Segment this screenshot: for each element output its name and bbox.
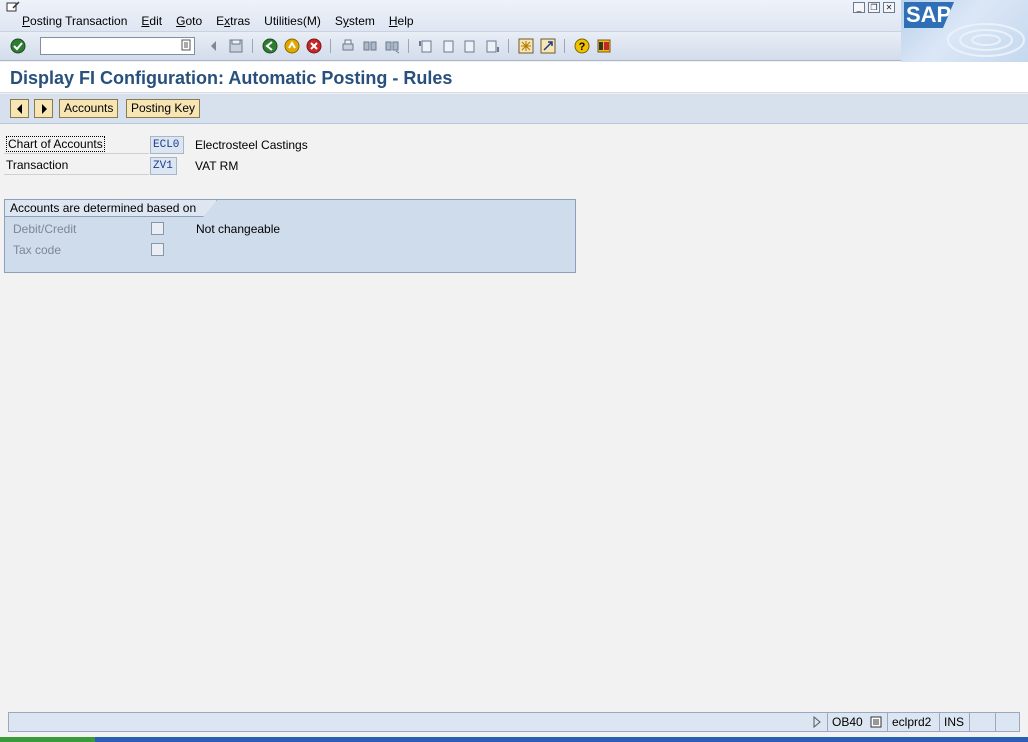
- status-mode: INS: [939, 713, 969, 731]
- shortcut-icon[interactable]: [540, 38, 556, 54]
- cancel-icon[interactable]: [306, 38, 322, 54]
- menu-posting-transaction[interactable]: Posting Transaction: [22, 14, 127, 28]
- last-page-icon[interactable]: [484, 38, 500, 54]
- menu-label: dit: [149, 14, 163, 28]
- status-transaction-code: OB40: [832, 715, 863, 729]
- tax-code-label: Tax code: [13, 243, 62, 257]
- next-entry-button[interactable]: [34, 99, 53, 118]
- menu-label: S: [334, 14, 343, 28]
- menu-label: tras: [230, 14, 251, 28]
- status-info-icon[interactable]: [870, 716, 882, 728]
- menu-label: stem: [348, 14, 375, 28]
- transaction-description: VAT RM: [195, 159, 239, 173]
- menu-items: Posting Transaction Edit Goto Extras Uti…: [22, 14, 428, 28]
- menu-extras[interactable]: Extras: [216, 14, 250, 28]
- group-title: Accounts are determined based on: [5, 200, 217, 217]
- svg-text:?: ?: [579, 41, 586, 53]
- status-empty-cell: [969, 713, 995, 731]
- command-history-icon[interactable]: [180, 39, 192, 51]
- status-bar: OB40 eclprd2 INS: [8, 712, 1020, 732]
- menu-label: E: [216, 14, 225, 28]
- back-icon[interactable]: [262, 38, 278, 54]
- taskbar-start: [0, 737, 95, 742]
- menu-label: elp: [397, 14, 414, 28]
- chart-of-accounts-label-text: Chart of Accounts: [6, 136, 105, 152]
- chart-of-accounts-description: Electrosteel Castings: [195, 138, 308, 152]
- triangle-left-icon: [17, 104, 22, 114]
- close-window-icon[interactable]: ✕: [883, 2, 895, 13]
- menu-goto[interactable]: Goto: [176, 14, 202, 28]
- command-field[interactable]: [40, 37, 195, 55]
- menu-label: Utilities(M): [264, 14, 321, 28]
- application-toolbar: Accounts Posting Key: [0, 94, 1028, 124]
- save-icon[interactable]: [228, 38, 244, 54]
- status-server: eclprd2: [887, 713, 939, 731]
- back-arrow-icon[interactable]: [206, 38, 222, 54]
- toolbar-separator: [508, 39, 509, 53]
- menu-system[interactable]: System: [335, 14, 375, 28]
- menu-mnemonic: P: [22, 14, 31, 28]
- chart-of-accounts-label: Chart of Accounts: [4, 136, 149, 154]
- layout-menu-icon[interactable]: [596, 38, 612, 54]
- transaction-label: Transaction: [4, 157, 149, 175]
- restore-icon[interactable]: ❐: [868, 2, 880, 13]
- menu-edit-icon[interactable]: [6, 1, 20, 13]
- toolbar-separator: [330, 39, 331, 53]
- print-icon[interactable]: [340, 38, 356, 54]
- status-expand-icon[interactable]: [812, 716, 822, 728]
- title-bar: Display FI Configuration: Automatic Post…: [0, 62, 1028, 93]
- minimize-icon[interactable]: _: [853, 2, 865, 13]
- find-next-icon[interactable]: [384, 38, 400, 54]
- taskbar-strip: [0, 737, 1028, 742]
- first-page-icon[interactable]: [418, 38, 434, 54]
- toolbar-separator: [408, 39, 409, 53]
- enter-check-icon[interactable]: [10, 38, 26, 54]
- posting-key-button[interactable]: Posting Key: [126, 99, 201, 118]
- help-icon[interactable]: ?: [574, 38, 590, 54]
- status-resize-grip[interactable]: [995, 713, 1019, 731]
- transaction-value[interactable]: ZV1: [150, 157, 177, 175]
- next-page-icon[interactable]: [462, 38, 478, 54]
- previous-entry-button[interactable]: [10, 99, 29, 118]
- menu-bar: Posting Transaction Edit Goto Extras Uti…: [0, 0, 1028, 32]
- chart-of-accounts-value[interactable]: ECL0: [150, 136, 184, 154]
- menu-help[interactable]: Help: [389, 14, 414, 28]
- find-icon[interactable]: [362, 38, 378, 54]
- debit-credit-label: Debit/Credit: [13, 222, 77, 236]
- menu-label: osting Transaction: [30, 14, 128, 28]
- window-controls: _ ❐ ✕: [853, 2, 898, 13]
- page-title: Display FI Configuration: Automatic Post…: [10, 68, 453, 88]
- accounts-button[interactable]: Accounts: [59, 99, 119, 118]
- standard-toolbar: ?: [0, 32, 901, 61]
- toolbar-separator: [564, 39, 565, 53]
- toolbar-separator: [252, 39, 253, 53]
- status-transaction-cell: OB40: [827, 713, 887, 731]
- tax-code-checkbox[interactable]: [151, 243, 164, 256]
- accounts-determination-group: Accounts are determined based on Debit/C…: [4, 199, 576, 273]
- not-changeable-note: Not changeable: [196, 222, 281, 236]
- menu-label: oto: [185, 14, 203, 28]
- create-session-icon[interactable]: [518, 38, 534, 54]
- menu-mnemonic: H: [388, 14, 398, 28]
- previous-page-icon[interactable]: [440, 38, 456, 54]
- menu-edit[interactable]: Edit: [141, 14, 162, 28]
- menu-utilities[interactable]: Utilities(M): [264, 14, 321, 28]
- sap-logo: SAP: [901, 0, 1028, 62]
- exit-icon[interactable]: [284, 38, 300, 54]
- triangle-right-icon: [42, 104, 47, 114]
- debit-credit-checkbox[interactable]: [151, 222, 164, 235]
